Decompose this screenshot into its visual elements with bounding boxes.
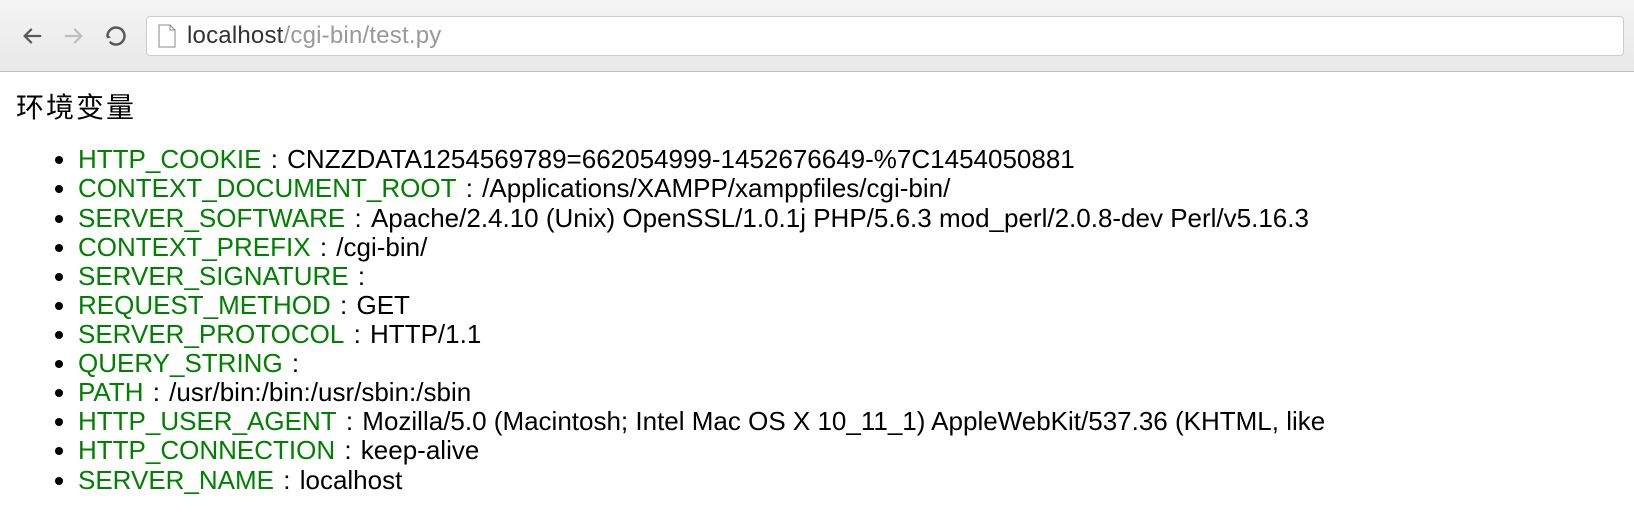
env-value: keep-alive (361, 435, 480, 465)
url-host: localhost (187, 22, 284, 50)
env-key: SERVER_SOFTWARE (78, 203, 345, 233)
env-sep: : (339, 406, 361, 436)
list-item: HTTP_CONNECTION : keep-alive (78, 436, 1618, 465)
page-content: 环境变量 HTTP_COOKIE : CNZZDATA1254569789=66… (0, 72, 1634, 495)
list-item: CONTEXT_DOCUMENT_ROOT : /Applications/XA… (78, 174, 1618, 203)
list-item: CONTEXT_PREFIX : /cgi-bin/ (78, 233, 1618, 262)
url-text: localhost/cgi-bin/test.py (187, 22, 441, 50)
env-value: Apache/2.4.10 (Unix) OpenSSL/1.0.1j PHP/… (371, 203, 1309, 233)
nav-buttons (10, 22, 138, 50)
env-key: PATH (78, 377, 143, 407)
back-button[interactable] (18, 22, 46, 50)
list-item: HTTP_COOKIE : CNZZDATA1254569789=6620549… (78, 145, 1618, 174)
env-sep: : (333, 290, 355, 320)
env-key: REQUEST_METHOD (78, 290, 331, 320)
env-sep: : (313, 232, 335, 262)
list-item: SERVER_PROTOCOL : HTTP/1.1 (78, 320, 1618, 349)
env-value: Mozilla/5.0 (Macintosh; Intel Mac OS X 1… (362, 406, 1325, 436)
env-value: localhost (300, 465, 403, 495)
list-item: SERVER_SOFTWARE : Apache/2.4.10 (Unix) O… (78, 204, 1618, 233)
env-sep: : (458, 173, 480, 203)
env-value: /usr/bin:/bin:/usr/sbin:/sbin (169, 377, 471, 407)
env-key: HTTP_USER_AGENT (78, 406, 337, 436)
list-item: HTTP_USER_AGENT : Mozilla/5.0 (Macintosh… (78, 407, 1618, 436)
env-sep: : (276, 465, 298, 495)
browser-toolbar: localhost/cgi-bin/test.py (0, 0, 1634, 72)
env-key: CONTEXT_DOCUMENT_ROOT (78, 173, 456, 203)
env-key: SERVER_SIGNATURE (78, 261, 349, 291)
env-sep: : (351, 261, 365, 291)
list-item: SERVER_SIGNATURE : (78, 262, 1618, 291)
reload-button[interactable] (102, 22, 130, 50)
env-value: HTTP/1.1 (370, 319, 481, 349)
page-title: 环境变量 (16, 92, 1618, 123)
list-item: REQUEST_METHOD : GET (78, 291, 1618, 320)
env-key: HTTP_CONNECTION (78, 435, 335, 465)
env-sep: : (145, 377, 167, 407)
env-key: HTTP_COOKIE (78, 144, 261, 174)
env-sep: : (263, 144, 285, 174)
env-sep: : (285, 348, 299, 378)
env-key: SERVER_NAME (78, 465, 274, 495)
url-path: /cgi-bin/test.py (284, 22, 442, 50)
env-var-list: HTTP_COOKIE : CNZZDATA1254569789=6620549… (16, 145, 1618, 494)
env-value: GET (356, 290, 409, 320)
env-key: CONTEXT_PREFIX (78, 232, 311, 262)
env-sep: : (346, 319, 368, 349)
list-item: PATH : /usr/bin:/bin:/usr/sbin:/sbin (78, 378, 1618, 407)
env-value: CNZZDATA1254569789=662054999-1452676649-… (287, 144, 1075, 174)
env-value: /Applications/XAMPP/xamppfiles/cgi-bin/ (482, 173, 950, 203)
forward-button[interactable] (60, 22, 88, 50)
list-item: QUERY_STRING : (78, 349, 1618, 378)
list-item: SERVER_NAME : localhost (78, 466, 1618, 495)
env-value: /cgi-bin/ (336, 232, 427, 262)
page-icon (157, 24, 177, 48)
env-key: QUERY_STRING (78, 348, 283, 378)
env-sep: : (347, 203, 369, 233)
env-sep: : (337, 435, 359, 465)
address-bar[interactable]: localhost/cgi-bin/test.py (146, 16, 1624, 56)
env-key: SERVER_PROTOCOL (78, 319, 344, 349)
